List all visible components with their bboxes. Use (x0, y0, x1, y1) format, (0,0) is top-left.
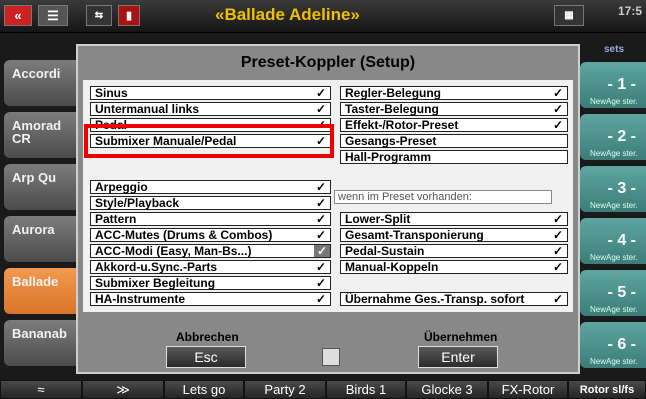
check-icon: ✓ (315, 260, 326, 274)
bottom-fx-rotor[interactable]: FX-Rotor (488, 380, 568, 399)
preset-label: - 4 - (607, 232, 636, 249)
preset-tile-5[interactable]: - 5 - NewAge ster. (580, 270, 646, 316)
bottom-glocke-3[interactable]: Glocke 3 (406, 380, 488, 399)
opt-acc-mutes[interactable]: ACC-Mutes (Drums & Combos) ✓ (90, 228, 331, 242)
check-icon: ✓ (315, 292, 326, 306)
preset-sub: NewAge ster. (590, 305, 638, 314)
opt-uebernahme-transp-sofort[interactable]: Übernahme Ges.-Transp. sofort ✓ (340, 292, 568, 306)
bottom-rotor-slfs[interactable]: Rotor sl/fs (568, 380, 646, 399)
scroll-up-button[interactable]: ≈ (0, 380, 82, 399)
check-icon: ✓ (314, 245, 330, 257)
top-bar: « ☰ ⇆ ▮ «Ballade Adeline» ▦ 17:5 (0, 0, 646, 33)
preset-sub: NewAge ster. (590, 97, 638, 106)
check-icon: ✓ (315, 102, 326, 116)
clock: 17:5 (617, 4, 642, 18)
opt-gesamt-transponierung[interactable]: Gesamt-Transponierung ✓ (340, 228, 568, 242)
check-icon: ✓ (315, 276, 326, 290)
info-label: wenn im Preset vorhanden: (334, 190, 552, 204)
opt-pedal-sustain[interactable]: Pedal-Sustain ✓ (340, 244, 568, 258)
opt-regler-belegung[interactable]: Regler-Belegung ✓ (340, 86, 568, 100)
preset-tile-2[interactable]: - 2 - NewAge ster. (580, 114, 646, 160)
preset-coupler-dialog: Preset-Koppler (Setup) Sinus ✓ Untermanua… (76, 44, 580, 374)
opt-taster-belegung[interactable]: Taster-Belegung ✓ (340, 102, 568, 116)
midi-icon[interactable]: ▦ (554, 5, 584, 26)
preset-sub: NewAge ster. (590, 357, 638, 366)
apply-caption: Übernehmen (424, 330, 498, 344)
opt-style-playback[interactable]: Style/Playback ✓ (90, 196, 331, 210)
preset-tile-4[interactable]: - 4 - NewAge ster. (580, 218, 646, 264)
preset-label: - 5 - (607, 284, 636, 301)
opt-lower-split[interactable]: Lower-Split ✓ (340, 212, 568, 226)
preset-tile-6[interactable]: - 6 - NewAge ster. (580, 322, 646, 368)
opt-arpeggio[interactable]: Arpeggio ✓ (90, 180, 331, 194)
opt-ha-instrumente[interactable]: HA-Instrumente ✓ (90, 292, 331, 306)
preset-sub: NewAge ster. (590, 201, 638, 210)
check-icon: ✓ (552, 86, 563, 100)
check-icon: ✓ (315, 180, 326, 194)
opt-akkord-sync-parts[interactable]: Akkord-u.Sync.-Parts ✓ (90, 260, 331, 274)
bottom-party-2[interactable]: Party 2 (244, 380, 326, 399)
presets-header: sets (604, 44, 625, 55)
bottom-lets-go[interactable]: Lets go (164, 380, 244, 399)
preset-label: - 1 - (607, 76, 636, 93)
scroll-down-button[interactable]: ≫ (82, 380, 164, 399)
back-double-icon[interactable]: « (4, 5, 32, 26)
check-icon: ✓ (315, 228, 326, 242)
trash-icon[interactable]: ▮ (118, 5, 140, 26)
check-icon: ✓ (552, 260, 563, 274)
opt-acc-modi[interactable]: ACC-Modi (Easy, Man-Bs...) ✓ (90, 244, 331, 258)
check-icon: ✓ (552, 118, 563, 132)
opt-hall-programm[interactable]: Hall-Programm (340, 150, 568, 164)
dialog-title: Preset-Koppler (Setup) (240, 54, 416, 71)
opt-untermanual-links[interactable]: Untermanual links ✓ (90, 102, 331, 116)
apply-button[interactable]: Enter (418, 346, 498, 368)
preset-label: - 3 - (607, 180, 636, 197)
check-icon: ✓ (315, 212, 326, 226)
opt-manual-koppeln[interactable]: Manual-Koppeln ✓ (340, 260, 568, 274)
usb-icon[interactable]: ⇆ (86, 5, 112, 26)
opt-pattern[interactable]: Pattern ✓ (90, 212, 331, 226)
check-icon: ✓ (552, 292, 563, 306)
opt-effekt-rotor-preset[interactable]: Effekt-/Rotor-Preset ✓ (340, 118, 568, 132)
preset-sub: NewAge ster. (590, 149, 638, 158)
preset-label: - 2 - (607, 128, 636, 145)
preset-tile-1[interactable]: - 1 - NewAge ster. (580, 62, 646, 108)
check-icon: ✓ (315, 196, 326, 210)
opt-sinus[interactable]: Sinus ✓ (90, 86, 331, 100)
opt-gesangs-preset[interactable]: Gesangs-Preset (340, 134, 568, 148)
preset-tile-3[interactable]: - 3 - NewAge ster. (580, 166, 646, 212)
preset-sub: NewAge ster. (590, 253, 638, 262)
menu-icon[interactable]: ☰ (38, 5, 68, 26)
cancel-button[interactable]: Esc (166, 346, 246, 368)
opt-submixer-begleitung[interactable]: Submixer Begleitung ✓ (90, 276, 331, 290)
check-icon: ✓ (552, 212, 563, 226)
bottom-birds-1[interactable]: Birds 1 (326, 380, 406, 399)
preset-label: - 6 - (607, 336, 636, 353)
cancel-caption: Abbrechen (176, 330, 239, 344)
check-icon: ✓ (552, 102, 563, 116)
highlight-box (84, 124, 334, 158)
check-icon: ✓ (552, 228, 563, 242)
check-icon: ✓ (315, 86, 326, 100)
page-title: «Ballade Adeline» (215, 5, 360, 24)
keyboard-icon (322, 348, 340, 366)
check-icon: ✓ (552, 244, 563, 258)
